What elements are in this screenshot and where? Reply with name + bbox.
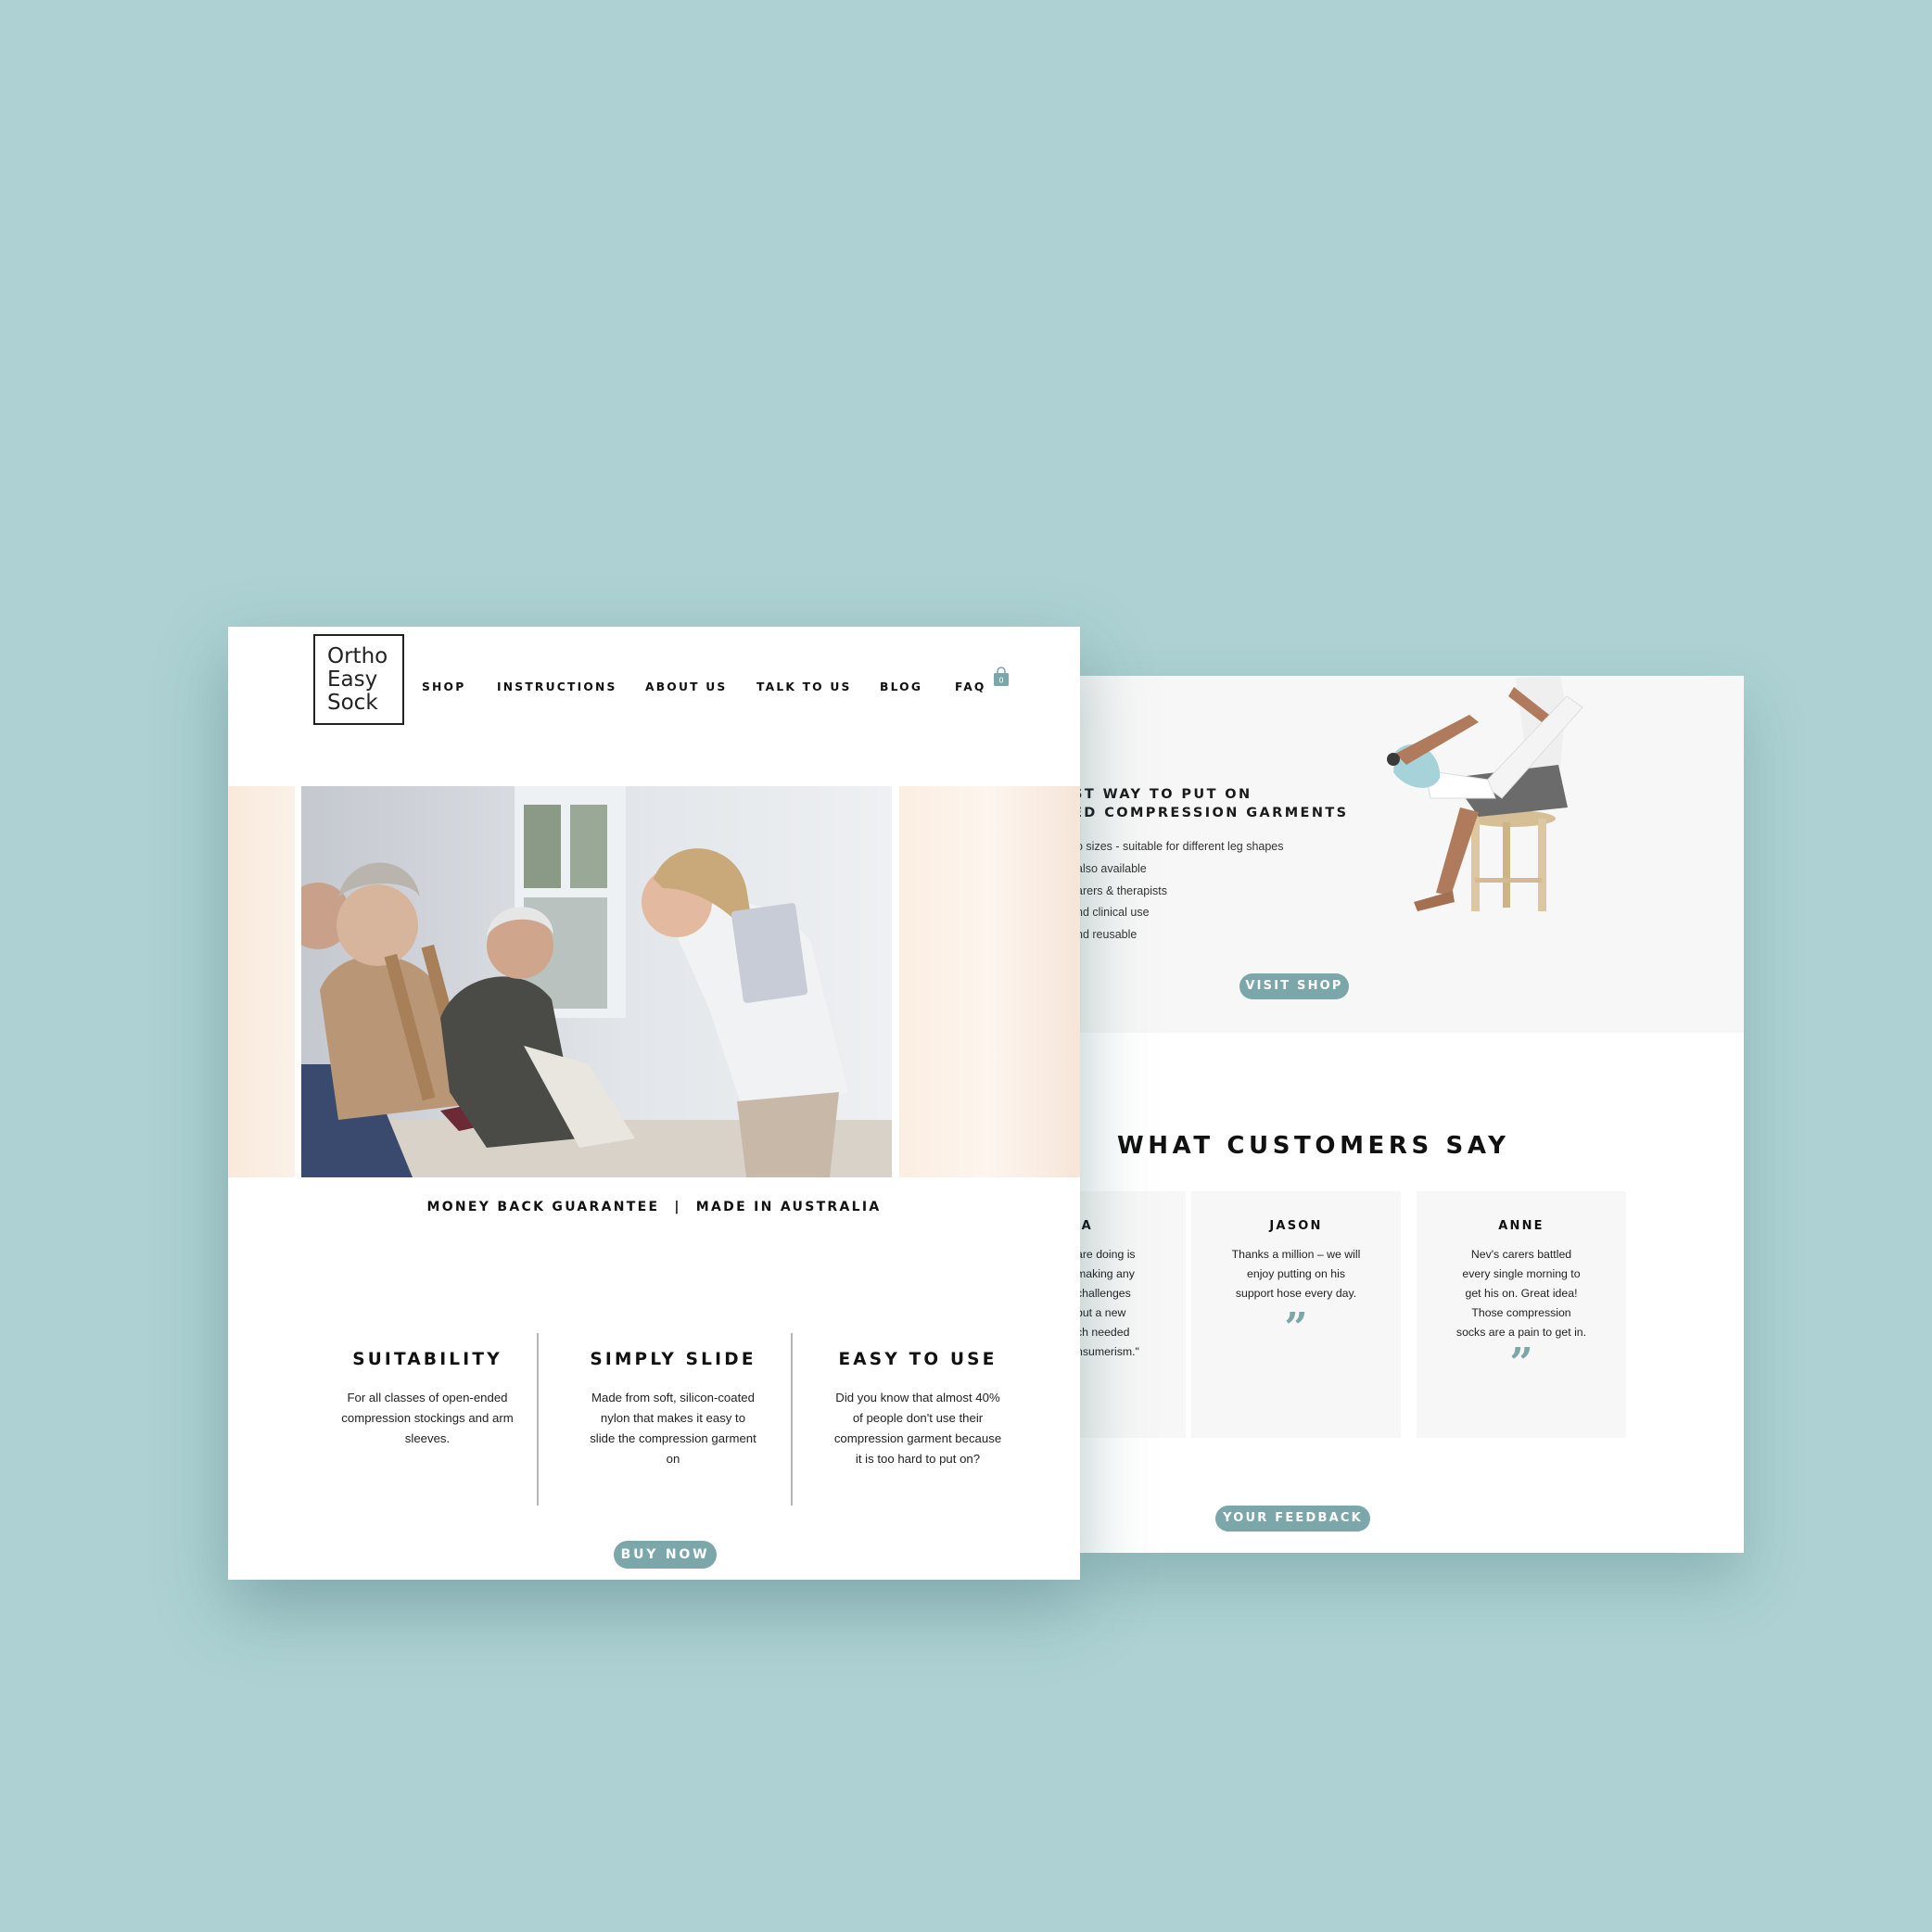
- feature-bullet: nd clinical use: [1080, 906, 1150, 919]
- nav-about-us[interactable]: ABOUT US: [645, 680, 727, 693]
- nav-shop[interactable]: SHOP: [422, 680, 465, 693]
- money-back-guarantee: MONEY BACK GUARANTEE: [426, 1200, 660, 1214]
- feature-text: Made from soft, silicon-coated nylon tha…: [590, 1391, 756, 1466]
- feature-title: SIMPLY SLIDE: [590, 1350, 756, 1369]
- nav-blog[interactable]: BLOG: [880, 680, 922, 693]
- testimonial-name: JASON: [1269, 1219, 1323, 1233]
- separator: |: [674, 1200, 681, 1214]
- testimonial-text: Thanks a million – we will enjoy putting…: [1231, 1248, 1361, 1300]
- made-in-australia: MADE IN AUSTRALIA: [695, 1200, 882, 1214]
- divider: [537, 1333, 539, 1506]
- testimonial-card: ANNE Nev's carers battled every single m…: [1417, 1191, 1626, 1438]
- front-page-preview: Ortho Easy Sock SHOP INSTRUCTIONS ABOUT …: [228, 627, 1080, 1580]
- hero-heading-line-1: ST WAY TO PUT ON: [1080, 787, 1252, 802]
- hero-side-panel: [228, 786, 295, 1177]
- product-demo-image: [1387, 676, 1583, 911]
- site-logo[interactable]: Ortho Easy Sock: [313, 634, 404, 725]
- feature-bullet: also available: [1080, 862, 1147, 875]
- hero-photo-carers-with-elderly: [301, 786, 892, 1177]
- testimonial-text: Nev's carers battled every single mornin…: [1455, 1248, 1587, 1339]
- feature-text: Did you know that almost 40% of people d…: [833, 1391, 1002, 1466]
- feature-suitability: SUITABILITY For all classes of open-ende…: [321, 1350, 534, 1449]
- testimonial-text: are doing is making any challenges but a…: [1080, 1248, 1139, 1358]
- visit-shop-button[interactable]: VISIT SHOP: [1239, 973, 1349, 999]
- quote-mark-icon: ”: [1284, 1304, 1308, 1352]
- testimonial-name: ANNE: [1498, 1219, 1544, 1233]
- feature-bullet: arers & therapists: [1080, 884, 1167, 897]
- your-feedback-button[interactable]: YOUR FEEDBACK: [1215, 1506, 1370, 1532]
- back-page-preview: ST WAY TO PUT ON ED COMPRESSION GARMENTS…: [1080, 676, 1744, 1553]
- product-hero-section: ST WAY TO PUT ON ED COMPRESSION GARMENTS…: [1080, 676, 1744, 1033]
- feature-bullet: o sizes - suitable for different leg sha…: [1080, 840, 1284, 853]
- testimonial-card: JASON Thanks a million – we will enjoy p…: [1191, 1191, 1401, 1438]
- guarantee-banner: MONEY BACK GUARANTEE | MADE IN AUSTRALIA: [228, 1200, 1080, 1214]
- feature-text: For all classes of open-ended compressio…: [341, 1391, 514, 1445]
- cart-count: 0: [998, 677, 1003, 685]
- nav-instructions[interactable]: INSTRUCTIONS: [497, 680, 617, 693]
- testimonial-card: SA are doing is making any challenges bu…: [1080, 1191, 1186, 1438]
- hero-heading-line-2: ED COMPRESSION GARMENTS: [1080, 806, 1349, 820]
- feature-bullet: nd reusable: [1080, 928, 1138, 941]
- testimonials-heading: WHAT CUSTOMERS SAY: [1117, 1132, 1510, 1160]
- quote-mark-icon: ”: [1509, 1340, 1533, 1387]
- buy-now-button[interactable]: BUY NOW: [614, 1541, 717, 1569]
- hero-side-panel: [899, 786, 1080, 1177]
- divider: [791, 1333, 793, 1506]
- testimonial-name: SA: [1080, 1219, 1093, 1233]
- feature-title: SUITABILITY: [352, 1350, 502, 1369]
- feature-title: EASY TO USE: [838, 1350, 998, 1369]
- feature-easy-to-use: EASY TO USE Did you know that almost 40%…: [811, 1350, 1024, 1469]
- nav-faq[interactable]: FAQ: [955, 680, 986, 693]
- shopping-bag-icon[interactable]: 0: [992, 667, 1010, 687]
- feature-simply-slide: SIMPLY SLIDE Made from soft, silicon-coa…: [566, 1350, 780, 1469]
- nav-talk-to-us[interactable]: TALK TO US: [756, 680, 852, 693]
